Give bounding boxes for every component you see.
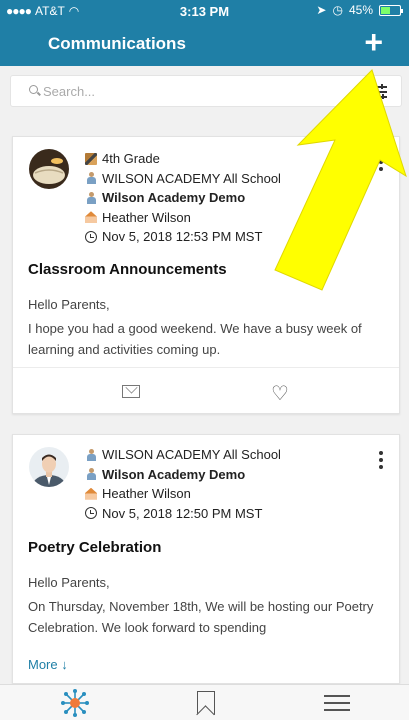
- avatar: [29, 149, 69, 189]
- post-title: Poetry Celebration: [28, 539, 162, 556]
- more-link[interactable]: More ↓: [28, 657, 68, 672]
- bookmark-icon[interactable]: [190, 689, 220, 717]
- filter-icon[interactable]: [371, 84, 387, 99]
- post-title: Classroom Announcements: [28, 261, 227, 278]
- battery-percent: 45%: [348, 3, 373, 17]
- post-card[interactable]: 4th Grade WILSON ACADEMY All School Wils…: [12, 136, 400, 414]
- organization-label: Wilson Academy Demo: [102, 190, 246, 206]
- timestamp-row: Nov 5, 2018 12:53 PM MST: [85, 227, 281, 247]
- organization-label: Wilson Academy Demo: [102, 466, 246, 482]
- author-label: Heather Wilson: [102, 209, 191, 225]
- timestamp-label: Nov 5, 2018 12:53 PM MST: [102, 229, 263, 245]
- timestamp-row: Nov 5, 2018 12:50 PM MST: [85, 504, 281, 524]
- post-body: I hope you had a good weekend. We have a…: [28, 321, 362, 357]
- search-input[interactable]: Search...: [43, 84, 95, 99]
- organization-row: Wilson Academy Demo: [85, 465, 281, 485]
- clock-icon: [85, 507, 97, 520]
- search-bar[interactable]: Search...: [10, 75, 402, 107]
- post-greeting: Hello Parents,: [28, 297, 110, 312]
- author-row: Heather Wilson: [85, 484, 281, 504]
- person-icon: [85, 468, 97, 481]
- timestamp-label: Nov 5, 2018 12:50 PM MST: [102, 505, 263, 521]
- post-greeting: Hello Parents,: [28, 575, 110, 590]
- battery-icon: [379, 4, 403, 16]
- heart-icon[interactable]: ♡: [271, 381, 289, 406]
- alarm-icon: ◷: [332, 3, 343, 17]
- menu-icon[interactable]: [322, 689, 352, 717]
- school-row: WILSON ACADEMY All School: [85, 445, 281, 465]
- grade-label: 4th Grade: [102, 151, 160, 167]
- tab-bar: [0, 684, 409, 720]
- school-label: WILSON ACADEMY All School: [102, 170, 281, 186]
- person-icon: [85, 172, 97, 185]
- author-label: Heather Wilson: [102, 486, 191, 502]
- post-body: On Thursday, November 18th, We will be h…: [28, 599, 374, 635]
- person-icon: [85, 448, 97, 461]
- post-card[interactable]: WILSON ACADEMY All School Wilson Academy…: [12, 434, 400, 684]
- person-icon: [85, 191, 97, 204]
- mail-icon[interactable]: [122, 385, 140, 398]
- house-icon: [85, 487, 97, 500]
- more-options-icon[interactable]: [379, 451, 383, 472]
- page-title: Communications: [48, 34, 186, 53]
- school-label: WILSON ACADEMY All School: [102, 447, 281, 463]
- organization-row: Wilson Academy Demo: [85, 188, 281, 208]
- school-row: WILSON ACADEMY All School: [85, 169, 281, 189]
- avatar: [29, 447, 69, 487]
- status-bar: ●●●● AT&T ◠ 3:13 PM ➤ ◷ 45%: [0, 0, 409, 22]
- network-icon[interactable]: [60, 689, 90, 717]
- plus-icon[interactable]: +: [364, 26, 383, 58]
- more-options-icon[interactable]: [379, 153, 383, 174]
- house-icon: [85, 211, 97, 224]
- grade-icon: [85, 152, 97, 165]
- post-actions: ♡: [13, 367, 399, 414]
- author-row: Heather Wilson: [85, 208, 281, 228]
- app-header: Communications +: [0, 22, 409, 66]
- location-icon: ➤: [316, 3, 327, 17]
- clock-icon: [85, 230, 97, 243]
- search-icon: [29, 85, 38, 94]
- grade-row: 4th Grade: [85, 149, 281, 169]
